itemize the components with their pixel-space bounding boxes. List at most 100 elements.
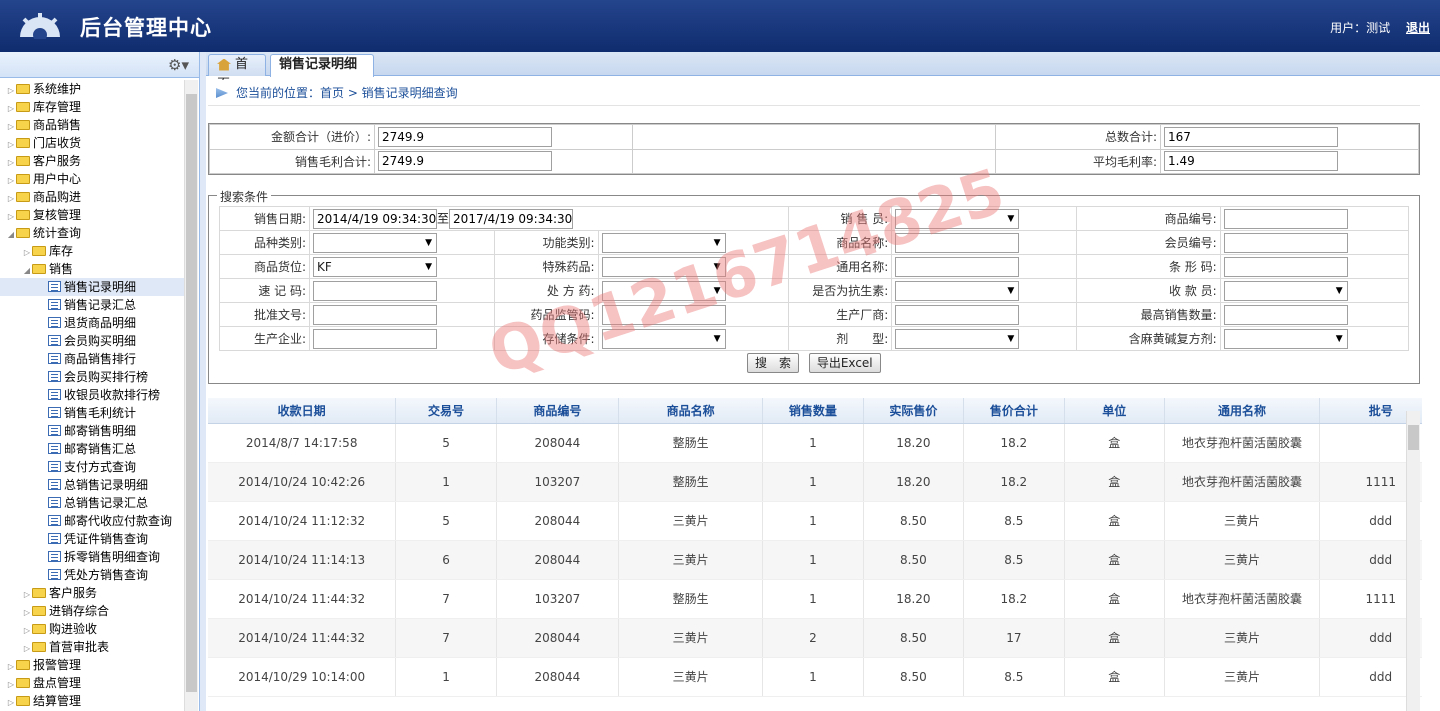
rate-field[interactable]: 1.49 — [1164, 151, 1338, 172]
sidebar-item[interactable]: ▷ 复核管理 — [0, 206, 184, 224]
rx-select[interactable]: ▼ — [601, 280, 726, 301]
antibiotic-select[interactable]: ▼ — [895, 280, 1020, 301]
main-panel: 首页 销售记录明细✕ 您当前的位置：首页 > 销售记录明细查询 金额合计（进价）… — [206, 52, 1440, 711]
sidebar-item[interactable]: ▷ 商品销售 — [0, 116, 184, 134]
sidebar-item[interactable]: ▷ 进销存综合 — [0, 602, 184, 620]
sidebar-item[interactable]: 凭处方销售查询 — [0, 566, 184, 584]
column-header[interactable]: 商品编号 — [496, 398, 620, 424]
sidebar-item[interactable]: ▷ 结算管理 — [0, 692, 184, 710]
sidebar-item[interactable]: ▷ 商品购进 — [0, 188, 184, 206]
logout-link[interactable]: 退出 — [1406, 21, 1430, 35]
table-cell: 1 — [762, 540, 864, 580]
sidebar-item[interactable]: ◢ 销售 — [0, 260, 184, 278]
member-field[interactable] — [1223, 232, 1348, 253]
sidebar-item[interactable]: ▷ 客户服务 — [0, 152, 184, 170]
sidebar-item[interactable]: 商品销售排行 — [0, 350, 184, 368]
table-cell: 8.5 — [963, 657, 1065, 697]
sidebar-item[interactable]: ▷ 库存管理 — [0, 98, 184, 116]
mfr-field[interactable] — [895, 304, 1020, 325]
column-header[interactable]: 售价合计 — [963, 398, 1065, 424]
table-row[interactable]: 2014/10/24 11:14:13 6 208044 三黄片 1 8.50 8.5 盒三黄… — [208, 540, 1422, 580]
variety-select[interactable]: ▼ — [313, 232, 438, 253]
search-button[interactable]: 搜 索 — [747, 353, 800, 373]
tab-bar: 首页 销售记录明细✕ — [206, 52, 1440, 92]
sidebar-item[interactable]: 邮寄代收应付款查询 — [0, 512, 184, 530]
table-row[interactable]: 2014/10/24 11:12:32 5 208044 三黄片 1 8.50 8.5 盒三黄… — [208, 501, 1422, 541]
column-header[interactable]: 销售数量 — [762, 398, 864, 424]
sidebar-item[interactable]: ▷ 门店收货 — [0, 134, 184, 152]
table-row[interactable]: 2014/10/24 11:44:32 7 103207 整肠生 1 18.20 18.2 盒… — [208, 579, 1422, 619]
ephedrine-select[interactable]: ▼ — [1223, 328, 1348, 349]
table-row[interactable]: 2014/8/7 14:17:58 5 208044 整肠生 1 18.20 18.2 盒地衣… — [208, 423, 1422, 463]
sidebar-item[interactable]: 销售记录明细 — [0, 278, 184, 296]
approval-field[interactable] — [313, 304, 438, 325]
column-header[interactable]: 实际售价 — [863, 398, 965, 424]
table-row[interactable]: 2014/10/29 10:14:00 1 208044 三黄片 1 8.50 8.5 盒三黄… — [208, 657, 1422, 697]
expand-arrow-icon[interactable]: ▷ — [6, 694, 16, 711]
sidebar-scrollbar[interactable] — [184, 80, 198, 711]
sidebar-item[interactable]: 收银员收款排行榜 — [0, 386, 184, 404]
sidebar-item[interactable]: ▷ 盘点管理 — [0, 674, 184, 692]
seller-select[interactable]: ▼ — [895, 208, 1020, 229]
table-cell: 三黄片 — [618, 657, 764, 697]
sidebar-item[interactable]: ▷ 用户中心 — [0, 170, 184, 188]
sidebar-item[interactable]: 邮寄销售汇总 — [0, 440, 184, 458]
name-field[interactable] — [895, 232, 1020, 253]
table-row[interactable]: 2014/10/24 11:44:32 7 208044 三黄片 2 8.50 17 盒三黄片… — [208, 618, 1422, 658]
location-select[interactable]: KF ▼ — [313, 256, 438, 277]
gear-icon[interactable]: ⚙▾ — [168, 56, 189, 74]
tab-home[interactable]: 首页 — [208, 54, 266, 92]
sidebar-item[interactable]: ▷ 系统维护 — [0, 80, 184, 98]
generic-field[interactable] — [895, 256, 1020, 277]
column-header[interactable]: 单位 — [1064, 398, 1166, 424]
sidebar-item[interactable]: 退货商品明细 — [0, 314, 184, 332]
table-row[interactable]: 2014/10/24 10:42:26 1 103207 整肠生 1 18.20 18.2 盒… — [208, 462, 1422, 502]
sidebar-item[interactable]: ▷ 报警管理 — [0, 656, 184, 674]
rate-label: 平均毛利率: — [995, 148, 1161, 174]
sidebar-item[interactable]: 总销售记录明细 — [0, 476, 184, 494]
sidebar-item[interactable]: ▷ 库存 — [0, 242, 184, 260]
company-field[interactable] — [313, 328, 438, 349]
sidebar-item[interactable]: ▷ 购进验收 — [0, 620, 184, 638]
code-field[interactable] — [1223, 208, 1348, 229]
column-header[interactable]: 商品名称 — [618, 398, 764, 424]
tab-sales-detail[interactable]: 销售记录明细✕ — [270, 54, 374, 91]
cashier-select[interactable]: ▼ — [1223, 280, 1348, 301]
sidebar-item[interactable]: ◢ 统计查询 — [0, 224, 184, 242]
profit-field[interactable]: 2749.9 — [378, 151, 552, 172]
sidebar-item[interactable]: 拆零销售明细查询 — [0, 548, 184, 566]
scrollbar-thumb[interactable] — [1408, 425, 1419, 450]
qty-field[interactable]: 167 — [1164, 126, 1338, 147]
sidebar-item[interactable]: 会员购买排行榜 — [0, 368, 184, 386]
sidebar-item[interactable]: 销售记录汇总 — [0, 296, 184, 314]
supervise-field[interactable] — [601, 304, 726, 325]
form-select[interactable]: ▼ — [895, 328, 1020, 349]
special-select[interactable]: ▼ — [601, 256, 726, 277]
column-header[interactable]: 通用名称 — [1164, 398, 1321, 424]
sidebar-item[interactable]: 凭证件销售查询 — [0, 530, 184, 548]
sidebar-item[interactable]: 会员购买明细 — [0, 332, 184, 350]
sidebar-item[interactable]: ▷ 客户服务 — [0, 584, 184, 602]
sidebar-item[interactable]: ▷ 首营审批表 — [0, 638, 184, 656]
storage-select[interactable]: ▼ — [601, 328, 726, 349]
max-field[interactable] — [1223, 304, 1348, 325]
sidebar-item[interactable]: 总销售记录汇总 — [0, 494, 184, 512]
column-header[interactable]: 交易号 — [395, 398, 497, 424]
scrollbar-thumb[interactable] — [186, 94, 197, 692]
date-to-field[interactable]: 2017/4/19 09:34:30 — [449, 208, 574, 229]
quick-field[interactable] — [313, 280, 438, 301]
barcode-field[interactable] — [1223, 256, 1348, 277]
grid-scrollbar[interactable] — [1406, 411, 1420, 711]
column-header[interactable]: 收款日期 — [208, 398, 397, 424]
export-excel-button[interactable]: 导出Excel — [808, 353, 881, 373]
cashier-label: 收 款 员: — [1076, 278, 1221, 303]
table-cell: 18.2 — [963, 579, 1065, 619]
cost-field[interactable]: 2749.9 — [378, 126, 552, 147]
sidebar-item[interactable]: 邮寄销售明细 — [0, 422, 184, 440]
sidebar-item[interactable]: 销售毛利统计 — [0, 404, 184, 422]
chevron-down-icon: ▼ — [1335, 285, 1343, 296]
sidebar-item[interactable]: 支付方式查询 — [0, 458, 184, 476]
date-from-field[interactable]: 2014/4/19 09:34:30 — [313, 208, 438, 229]
folder-icon — [16, 695, 30, 706]
function-select[interactable]: ▼ — [601, 232, 726, 253]
